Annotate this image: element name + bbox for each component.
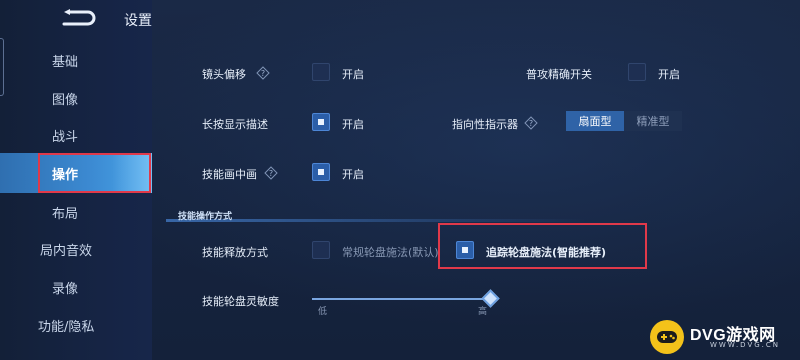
precise-attack-label: 普攻精确开关 (526, 68, 592, 81)
sidebar-item-layout[interactable]: 布局 (0, 192, 152, 232)
sidebar: 基础 图像 战斗 操作 布局 局内音效 录像 功能/隐私 (0, 0, 152, 360)
sidebar-item-label: 局内音效 (40, 243, 93, 259)
watermark-logo: DVG游戏网 WWW.DVG.CN (650, 318, 796, 356)
sidebar-item-privacy[interactable]: 功能/隐私 (0, 305, 152, 345)
sensitivity-high-label: 高 (478, 307, 488, 317)
sensitivity-low-label: 低 (318, 307, 328, 317)
sidebar-item-label: 战斗 (52, 129, 79, 145)
svg-text:?: ? (529, 119, 533, 128)
sidebar-item-controls[interactable]: 操作 (0, 153, 152, 193)
help-icon[interactable]: ? (256, 65, 270, 80)
sensitivity-slider-fill (312, 298, 492, 300)
sidebar-item-label: 布局 (52, 206, 79, 222)
sensitivity-label: 技能轮盘灵敏度 (202, 295, 279, 308)
watermark-url: WWW.DVG.CN (710, 341, 781, 349)
long-press-desc-state: 开启 (342, 118, 364, 131)
svg-text:?: ? (261, 69, 265, 78)
help-icon[interactable]: ? (524, 115, 538, 130)
camera-offset-label: 镜头偏移 (202, 68, 246, 81)
release-mode-label: 技能释放方式 (202, 246, 268, 259)
help-icon[interactable]: ? (264, 165, 278, 180)
long-press-desc-label: 长按显示描述 (202, 118, 268, 131)
sidebar-item-replay[interactable]: 录像 (0, 267, 152, 307)
release-mode-default-checkbox[interactable] (312, 241, 330, 259)
long-press-desc-checkbox[interactable] (312, 113, 330, 131)
release-mode-tracking-text: 追踪轮盘施法(智能推荐) (486, 246, 607, 259)
sidebar-item-graphics[interactable]: 图像 (0, 78, 152, 118)
sidebar-item-sound[interactable]: 局内音效 (0, 229, 152, 269)
back-arrow-icon (62, 9, 96, 26)
direction-indicator-toggle[interactable]: 扇面型 精准型 (566, 111, 682, 131)
skill-pip-state: 开启 (342, 168, 364, 181)
sidebar-item-label: 功能/隐私 (38, 319, 95, 335)
sidebar-item-label: 图像 (52, 92, 79, 108)
release-mode-default-text: 常规轮盘施法(默认) (342, 246, 439, 259)
sensitivity-slider-track[interactable] (312, 298, 492, 300)
sidebar-item-label: 操作 (52, 167, 79, 183)
precise-attack-state: 开启 (658, 68, 680, 81)
precise-attack-checkbox[interactable] (628, 63, 646, 81)
option-precise[interactable]: 精准型 (624, 111, 682, 131)
sidebar-item-label: 录像 (52, 281, 79, 297)
game-controller-icon (650, 320, 684, 354)
camera-offset-checkbox[interactable] (312, 63, 330, 81)
skill-pip-checkbox[interactable] (312, 163, 330, 181)
svg-text:?: ? (269, 169, 273, 178)
option-sector[interactable]: 扇面型 (566, 111, 624, 131)
section-title: 技能操作方式 (178, 212, 233, 222)
settings-screen: 基础 图像 战斗 操作 布局 局内音效 录像 功能/隐私 设置 镜头偏移 ? 开… (0, 0, 800, 360)
sidebar-item-basic[interactable]: 基础 (0, 40, 152, 80)
direction-indicator-label: 指向性指示器 (452, 118, 518, 131)
skill-pip-label: 技能画中画 (202, 168, 257, 181)
page-title: 设置 (124, 13, 152, 29)
camera-offset-state: 开启 (342, 68, 364, 81)
back-button[interactable] (58, 8, 98, 28)
release-mode-tracking-checkbox[interactable] (456, 241, 474, 259)
sidebar-item-combat[interactable]: 战斗 (0, 115, 152, 155)
sidebar-item-label: 基础 (52, 54, 79, 70)
